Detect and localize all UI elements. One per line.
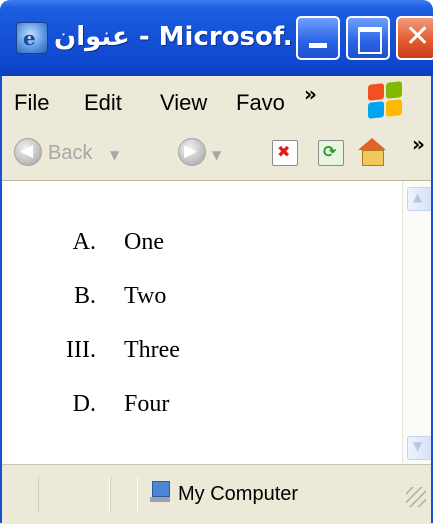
close-icon: ✕ <box>405 19 431 54</box>
back-button[interactable]: ◀ Back ▼ <box>14 138 124 170</box>
scroll-down-icon: ▼ <box>413 439 423 453</box>
status-panel <box>110 477 138 513</box>
maximize-icon <box>358 27 382 54</box>
forward-icon: ▶ <box>178 138 206 166</box>
forward-dropdown-icon[interactable]: ▼ <box>212 148 221 162</box>
status-panel <box>38 477 110 513</box>
menu-file[interactable]: File <box>14 90 49 116</box>
forward-button[interactable]: ▶ ▼ <box>178 138 238 170</box>
list-marker: B. <box>73 283 96 309</box>
list-text: Four <box>124 391 170 417</box>
menu-edit[interactable]: Edit <box>84 90 122 116</box>
maximize-button[interactable] <box>346 16 390 60</box>
title-bar[interactable]: e عنوان - Microsof... ✕ <box>0 0 433 76</box>
back-label: Back <box>48 142 93 164</box>
refresh-icon: ⟳ <box>323 142 337 161</box>
my-computer-icon <box>150 481 172 503</box>
menu-view[interactable]: View <box>160 90 207 116</box>
menu-favorites[interactable]: Favo <box>236 90 292 116</box>
scroll-down-button[interactable]: ▼ <box>407 436 432 460</box>
back-dropdown-icon[interactable]: ▼ <box>110 148 119 162</box>
window-border-left <box>0 76 2 523</box>
ie-document-icon[interactable]: e <box>16 22 48 54</box>
list-marker: D. <box>72 391 96 417</box>
resize-grip[interactable] <box>406 487 426 507</box>
stop-icon: ✖ <box>277 142 291 161</box>
list-marker: A. <box>72 229 96 255</box>
home-icon <box>358 138 386 150</box>
window-title: عنوان - Microsof... <box>54 22 294 52</box>
scroll-up-icon: ▲ <box>413 190 423 204</box>
list-item: A. One <box>0 229 402 269</box>
vertical-scrollbar[interactable]: ▲ ▼ <box>402 181 433 464</box>
back-icon: ◀ <box>14 138 42 166</box>
list-text: One <box>124 229 164 255</box>
list-item: D. Four <box>0 391 402 431</box>
security-zone-label: My Computer <box>178 483 299 505</box>
refresh-button[interactable]: ⟳ <box>318 140 344 166</box>
list-text: Three <box>124 337 180 363</box>
close-button[interactable]: ✕ <box>396 16 433 60</box>
status-bar: My Computer <box>0 464 433 524</box>
minimize-icon <box>309 43 327 48</box>
menu-overflow-chevron-icon[interactable]: » <box>304 82 317 106</box>
list-marker: III. <box>66 337 96 363</box>
menu-bar: File Edit View Favo » <box>0 76 433 129</box>
list-item: B. Two <box>0 283 402 323</box>
list-text: Two <box>124 283 167 309</box>
stop-button[interactable]: ✖ <box>272 140 298 166</box>
page-content: A. One B. Two III. Three D. Four <box>0 181 402 464</box>
toolbar-overflow-chevron-icon[interactable]: » <box>412 132 425 156</box>
list-item: III. Three <box>0 337 402 377</box>
toolbar: ◀ Back ▼ ▶ ▼ ✖ ⟳ <box>0 128 433 181</box>
minimize-button[interactable] <box>296 16 340 60</box>
scroll-up-button[interactable]: ▲ <box>407 187 432 211</box>
home-button[interactable] <box>356 138 388 168</box>
windows-logo-icon <box>368 81 404 120</box>
browser-window: e عنوان - Microsof... ✕ File Edit View F… <box>0 0 433 524</box>
